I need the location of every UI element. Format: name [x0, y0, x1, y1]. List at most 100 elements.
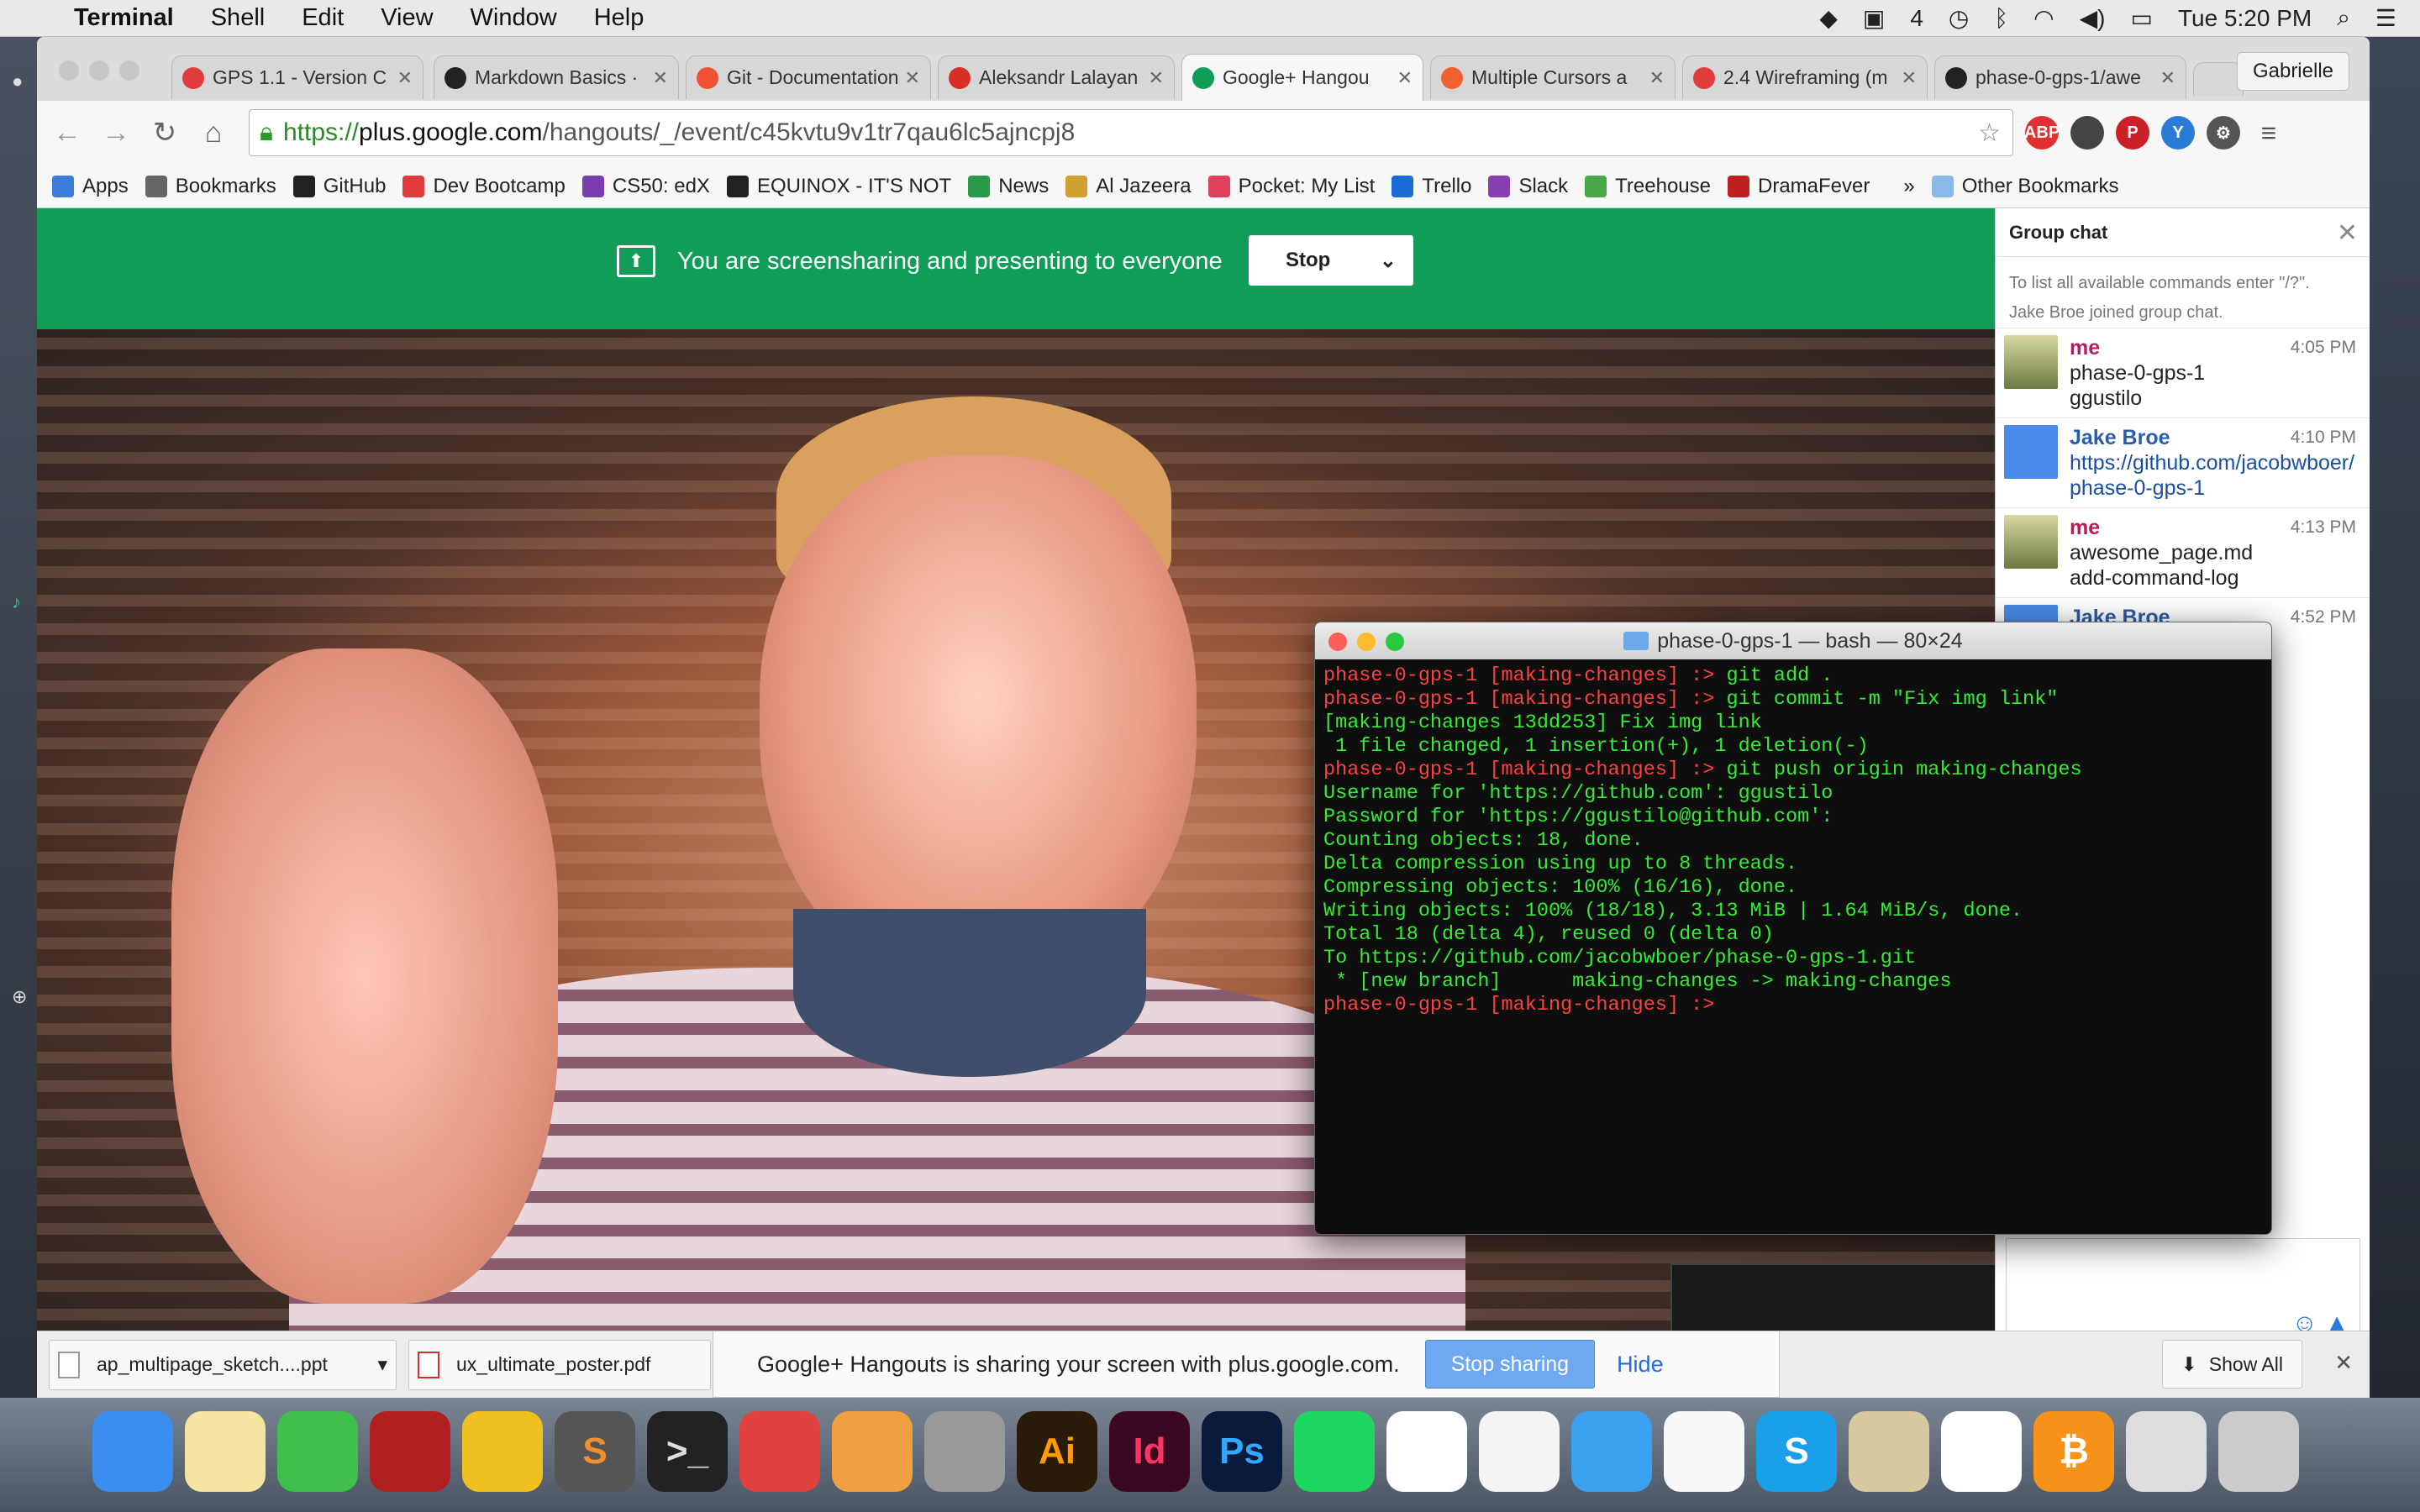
close-window-button[interactable] — [59, 60, 79, 81]
menu-icon[interactable]: ≡ — [2252, 116, 2286, 150]
close-tab-icon[interactable]: ✕ — [1397, 67, 1413, 89]
menu-window[interactable]: Window — [471, 4, 557, 32]
close-tab-icon[interactable]: ✕ — [1649, 67, 1665, 89]
bookmark-item[interactable]: Slack — [1488, 175, 1568, 198]
dock-facetime-icon[interactable] — [277, 1411, 358, 1492]
dock-terminal-icon[interactable]: >_ — [647, 1411, 728, 1492]
dock-trash-icon[interactable] — [2218, 1411, 2299, 1492]
close-tab-icon[interactable]: ✕ — [2160, 67, 2175, 89]
dock-illustrator-icon[interactable]: Ai — [1017, 1411, 1097, 1492]
menu-edit[interactable]: Edit — [302, 4, 344, 32]
back-icon[interactable]: ← — [49, 117, 86, 150]
bookmark-item[interactable]: DramaFever — [1728, 175, 1870, 198]
more-bookmarks-icon[interactable]: » — [1903, 175, 1914, 198]
dock-archive-icon[interactable] — [2126, 1411, 2207, 1492]
minimize-window-button[interactable] — [89, 60, 109, 81]
bookmark-item[interactable]: Bookmarks — [145, 175, 276, 198]
browser-tab[interactable]: Git - Documentation ✕ — [686, 55, 931, 99]
message-author[interactable]: me — [2070, 515, 2100, 540]
terminal-titlebar[interactable]: phase-0-gps-1 — bash — 80×24 — [1315, 622, 2271, 659]
bookmark-item[interactable]: News — [968, 175, 1049, 198]
reload-icon[interactable]: ↻ — [146, 116, 183, 150]
dock-photoshop-icon[interactable]: Ps — [1202, 1411, 1282, 1492]
address-bar[interactable]: 🔒︎ https:// plus.google.com /hangouts/_/… — [249, 109, 2013, 156]
clock[interactable]: Tue 5:20 PM — [2178, 5, 2312, 32]
dock-photos-icon[interactable] — [1664, 1411, 1744, 1492]
menu-view[interactable]: View — [381, 4, 433, 32]
bookmark-item[interactable]: Apps — [52, 175, 129, 198]
menu-shell[interactable]: Shell — [211, 4, 266, 32]
battery-icon[interactable]: ▭ — [2130, 4, 2152, 32]
browser-tab[interactable]: phase-0-gps-1/awe ✕ — [1934, 55, 2186, 99]
extension-y-icon[interactable]: Y — [2161, 116, 2195, 150]
browser-tab[interactable]: 2.4 Wireframing (m ✕ — [1682, 55, 1928, 99]
profile-button[interactable]: Gabrielle — [2236, 52, 2349, 91]
gear-icon[interactable]: ⚙ — [2207, 116, 2240, 150]
dock-scissors-icon[interactable] — [924, 1411, 1005, 1492]
volume-icon[interactable]: ◀) — [2080, 4, 2106, 32]
stop-sharing-button[interactable]: Stop sharing — [1424, 1340, 1596, 1389]
close-tab-icon[interactable]: ✕ — [653, 67, 668, 89]
zoom-terminal-button[interactable] — [1386, 633, 1404, 651]
star-icon[interactable]: ☆ — [1978, 118, 2001, 148]
dropbox-icon[interactable]: ◆ — [1819, 4, 1838, 32]
stop-presenting-button[interactable]: Stop ⌄ — [1249, 235, 1413, 286]
chevron-down-icon[interactable]: ⌄ — [1380, 249, 1397, 273]
spotlight-icon[interactable]: ⌕ — [2337, 4, 2350, 32]
menu-app-name[interactable]: Terminal — [74, 4, 174, 32]
dock-sublime-text-icon[interactable]: S — [555, 1411, 635, 1492]
bookmark-item[interactable]: Trello — [1392, 175, 1471, 198]
other-bookmarks[interactable]: Other Bookmarks — [1931, 175, 2118, 198]
dock-photo-booth-icon[interactable] — [370, 1411, 450, 1492]
dock-finder-icon[interactable] — [92, 1411, 173, 1492]
bookmark-item[interactable]: CS50: edX — [581, 175, 710, 198]
bluetooth-icon[interactable]: ᛒ — [1994, 5, 2008, 32]
browser-tab[interactable]: Google+ Hangou ✕ — [1181, 54, 1423, 101]
terminal-window[interactable]: phase-0-gps-1 — bash — 80×24 phase-0-gps… — [1314, 622, 2272, 1235]
pinterest-icon[interactable]: P — [2116, 116, 2149, 150]
bookmark-item[interactable]: EQUINOX - IT'S NOT — [726, 175, 951, 198]
forward-icon[interactable]: → — [97, 117, 134, 150]
notification-center-icon[interactable]: ☰ — [2375, 4, 2396, 32]
dock-acrobat-reader-icon[interactable] — [1941, 1411, 2022, 1492]
close-terminal-button[interactable] — [1328, 633, 1347, 651]
minimize-terminal-button[interactable] — [1357, 633, 1376, 651]
close-tab-icon[interactable]: ✕ — [1149, 67, 1164, 89]
bookmark-item[interactable]: Al Jazeera — [1065, 175, 1192, 198]
dock-parallels-icon[interactable] — [739, 1411, 820, 1492]
close-chat-icon[interactable]: ✕ — [2337, 218, 2358, 248]
show-all-downloads-button[interactable]: ⬇ Show All — [2161, 1340, 2302, 1389]
avatar[interactable] — [2004, 335, 2058, 389]
close-tab-icon[interactable]: ✕ — [905, 67, 920, 89]
dock-spotify-icon[interactable] — [1294, 1411, 1375, 1492]
dock-chrome-icon[interactable] — [1479, 1411, 1560, 1492]
terminal-output[interactable]: phase-0-gps-1 [making-changes] :> git ad… — [1315, 659, 2271, 1022]
screen-icon[interactable]: ▣ — [1863, 4, 1885, 32]
time-machine-icon[interactable]: ◷ — [1949, 4, 1969, 32]
wifi-icon[interactable]: ◠ — [2033, 4, 2054, 32]
dock-acrobat-icon[interactable] — [1386, 1411, 1467, 1492]
dock-pages-icon[interactable] — [832, 1411, 913, 1492]
download-item[interactable]: ap_multipage_sketch....ppt ▾ — [49, 1339, 397, 1390]
browser-tab[interactable]: Markdown Basics · ✕ — [434, 55, 679, 99]
menu-help[interactable]: Help — [594, 4, 644, 32]
bookmark-item[interactable]: Dev Bootcamp — [402, 175, 566, 198]
spy-extension-icon[interactable] — [2070, 116, 2104, 150]
home-icon[interactable]: ⌂ — [195, 117, 232, 150]
avatar[interactable] — [2004, 515, 2058, 569]
browser-tab[interactable]: GPS 1.1 - Version C ✕ — [171, 55, 424, 99]
dock-mail-icon[interactable] — [1849, 1411, 1929, 1492]
hide-notice-button[interactable]: Hide — [1617, 1352, 1664, 1378]
dock-cyberduck-icon[interactable] — [462, 1411, 543, 1492]
chevron-down-icon[interactable]: ▾ — [377, 1353, 387, 1376]
browser-tab[interactable]: Multiple Cursors a ✕ — [1430, 55, 1676, 99]
browser-tab[interactable]: Aleksandr Lalayan ✕ — [938, 55, 1175, 99]
message-author[interactable]: me — [2070, 335, 2100, 360]
dock-messages-icon[interactable] — [1571, 1411, 1652, 1492]
status-count[interactable]: 4 — [1910, 5, 1923, 32]
dock-indesign-icon[interactable]: Id — [1109, 1411, 1190, 1492]
close-tab-icon[interactable]: ✕ — [397, 67, 413, 89]
dock-notes-icon[interactable] — [185, 1411, 266, 1492]
message-link[interactable]: https://github.com/jacobwboer/phase-0-gp… — [2070, 450, 2356, 501]
dock-bitcoin-icon[interactable]: ₿ — [2033, 1411, 2114, 1492]
